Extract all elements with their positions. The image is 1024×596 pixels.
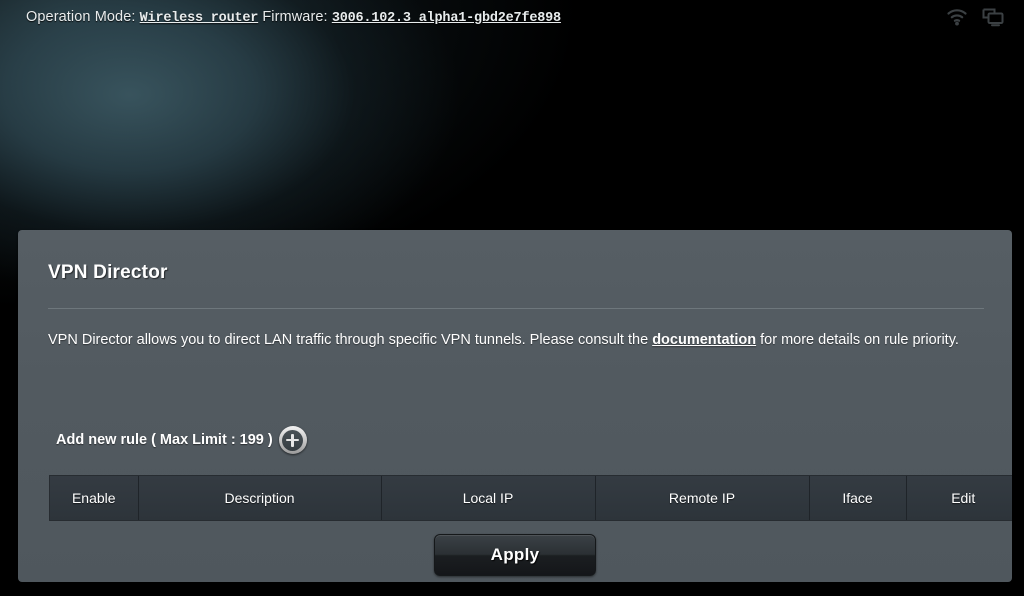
- vpn-director-panel: VPN Director VPN Director allows you to …: [18, 230, 1012, 582]
- column-header-local-ip: Local IP: [380, 476, 596, 520]
- column-header-description: Description: [137, 476, 382, 520]
- page-title: VPN Director: [48, 262, 168, 283]
- plus-glyph: [282, 429, 304, 451]
- status-bar-icons: [946, 8, 1004, 27]
- title-divider: [48, 308, 984, 309]
- firmware-label: Firmware:: [262, 8, 328, 25]
- apply-button[interactable]: Apply: [434, 534, 596, 576]
- column-header-enable: Enable: [50, 476, 139, 520]
- documentation-link[interactable]: documentation: [652, 332, 756, 348]
- clients-devices-icon[interactable]: [982, 8, 1004, 27]
- apply-button-row: Apply: [18, 534, 1012, 576]
- add-new-rule-label: Add new rule ( Max Limit : 199 ): [56, 432, 273, 448]
- table-header-row: Enable Description Local IP Remote IP If…: [50, 476, 1012, 520]
- vpn-rules-table: Enable Description Local IP Remote IP If…: [50, 476, 1012, 520]
- plus-circle-icon[interactable]: [278, 426, 307, 454]
- operation-mode-value: Wireless router: [139, 10, 259, 26]
- column-header-iface: Iface: [808, 476, 907, 520]
- status-bar-text: Operation Mode: Wireless router Firmware…: [26, 9, 561, 26]
- status-bar: Operation Mode: Wireless router Firmware…: [0, 0, 1024, 34]
- column-header-remote-ip: Remote IP: [594, 476, 810, 520]
- description-text-part1: VPN Director allows you to direct LAN tr…: [48, 332, 653, 348]
- operation-mode-label: Operation Mode:: [26, 8, 136, 25]
- add-new-rule-row: Add new rule ( Max Limit : 199 ): [56, 426, 307, 454]
- description-text-part2: for more details on rule priority.: [756, 332, 959, 348]
- column-header-edit: Edit: [905, 476, 1012, 520]
- firmware-value: 3006.102.3_alpha1-gbd2e7fe898: [331, 10, 561, 26]
- wifi-icon[interactable]: [946, 8, 968, 26]
- panel-description: VPN Director allows you to direct LAN tr…: [48, 326, 1006, 354]
